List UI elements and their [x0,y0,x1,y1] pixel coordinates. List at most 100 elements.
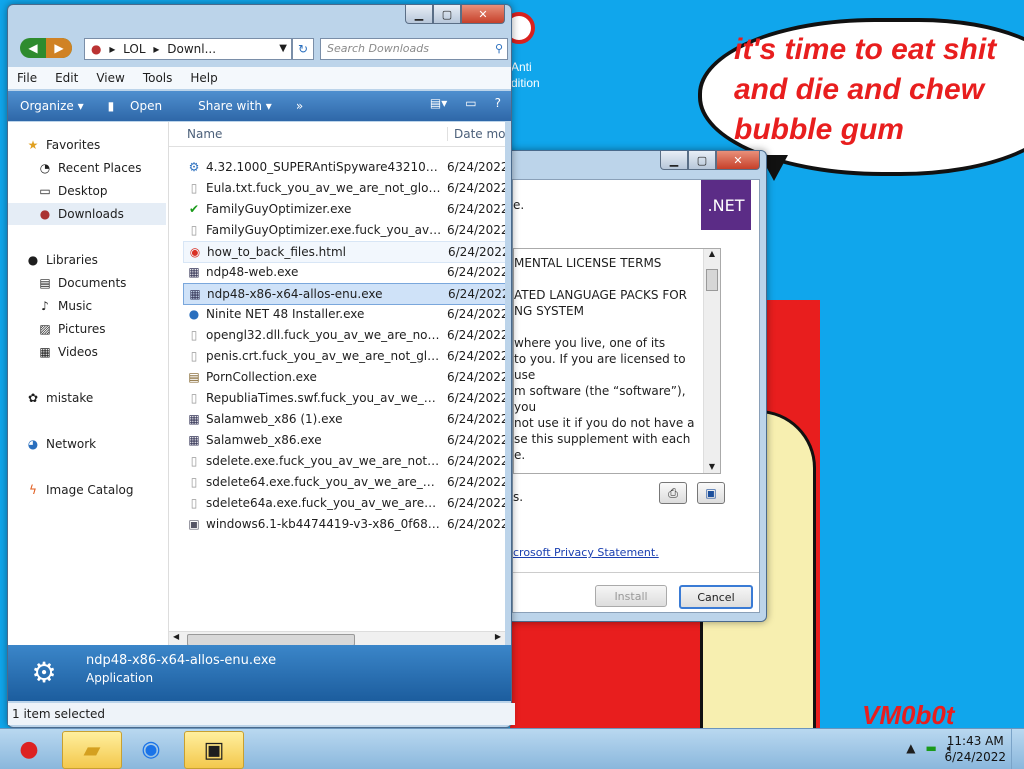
help-icon[interactable]: ? [495,96,501,110]
clock[interactable]: 11:43 AM 6/24/2022 [944,733,1006,765]
file-date: 6/24/2022 [447,370,505,384]
print-button[interactable]: ⎙ [659,482,687,504]
file-row[interactable]: ▯ Eula.txt.fuck_you_av_we_are_not_glob...… [183,178,505,198]
scroll-right-icon[interactable]: ▶ [495,632,501,641]
scroll-left-icon[interactable]: ◀ [173,632,179,641]
nav-favorites[interactable]: ★ Favorites [26,134,184,156]
address-dropdown-icon[interactable]: ▼ [279,39,287,59]
refresh-button[interactable]: ↻ [292,38,314,60]
file-row[interactable]: ▦ Salamweb_x86.exe 6/24/2022 [183,430,505,450]
search-icon[interactable]: ⚲ [495,39,503,59]
chrome-icon: ◉ [189,245,201,259]
file-icon: ▯ [190,454,198,468]
nav-network[interactable]: ◕ Network [26,433,184,455]
show-hidden-icons-icon[interactable]: ▲ [906,741,915,756]
menu-bar: File Edit View Tools Help [8,67,511,89]
file-date: 6/24/2022 [447,391,505,405]
address-bar[interactable]: ● ▸ LOL ▸ Downl... ▼ [84,38,292,60]
file-row[interactable]: ▤ PornCollection.exe 6/24/2022 [183,367,505,387]
license-terms-box[interactable]: MENTAL LICENSE TERMS ATED LANGUAGE PACKS… [513,248,721,474]
details-pane: ⚙ ndp48-x86-x64-allos-enu.exe Applicatio… [8,645,511,701]
nav-image-catalog[interactable]: ϟ Image Catalog [26,479,184,501]
network-status-icon[interactable]: ▬ [925,741,936,756]
file-date: 6/24/2022 [447,307,505,321]
angry-bird-icon: ● [19,736,39,762]
nav-label: Network [46,437,97,451]
menu-view[interactable]: View [87,67,133,89]
share-with-button[interactable]: Share with ▾ [186,99,284,113]
minimize-button[interactable]: ▁ [660,151,688,170]
start-button[interactable]: ● [0,731,58,767]
preview-pane-icon[interactable]: ▭ [465,96,476,110]
taskbar-explorer-button[interactable]: ▰ [62,731,122,769]
file-row[interactable]: ▯ sdelete64a.exe.fuck_you_av_we_are_n... 6… [183,493,505,513]
breadcrumb-downloads[interactable]: Downl... [167,42,216,56]
search-placeholder: Search Downloads [327,42,429,55]
nav-label: Libraries [46,253,98,267]
file-date: 6/24/2022 [447,517,505,531]
scroll-down-icon[interactable]: ▼ [704,462,720,471]
taskbar: ● ▰ ◉ ▣ ▲ ▬ 🔈︎ 11:43 AM 6/24/2022 [0,728,1024,769]
save-button[interactable]: ▣ [697,482,725,504]
file-name: windows6.1-kb4474419-v3-x86_0f687... [206,517,442,531]
nav-label: Downloads [58,207,124,221]
file-row[interactable]: ▦ Salamweb_x86 (1).exe 6/24/2022 [183,409,505,429]
close-button[interactable]: ✕ [461,5,505,24]
file-icon: ▯ [190,328,198,342]
file-row[interactable]: ▯ sdelete.exe.fuck_you_av_we_are_not_... 6… [183,451,505,471]
nav-label: Videos [58,345,98,359]
view-options-icon[interactable]: ▤▾ [430,96,447,110]
forward-arrow-icon[interactable]: ▶ [46,38,72,58]
breadcrumb-lol[interactable]: LOL [123,42,145,56]
nav-mistake[interactable]: ✿ mistake [26,387,184,409]
show-desktop-button[interactable] [1011,729,1024,769]
file-date: 6/24/2022 [447,475,505,489]
privacy-statement-link[interactable]: crosoft Privacy Statement. [513,546,659,559]
minimize-button[interactable]: ▁ [405,5,433,24]
close-button[interactable]: ✕ [716,151,760,170]
file-row[interactable]: ▣ windows6.1-kb4474419-v3-x86_0f687... 6/2… [183,514,505,534]
film-icon: ▤ [188,370,200,384]
file-date: 6/24/2022 [448,245,505,259]
menu-file[interactable]: File [8,67,46,89]
file-row[interactable]: ▯ FamilyGuyOptimizer.exe.fuck_you_av_... 6… [183,220,505,240]
more-commands-button[interactable]: » [284,99,315,113]
horizontal-scrollbar[interactable]: ◀ ▶ [169,631,505,646]
file-row[interactable]: ▯ opengl32.dll.fuck_you_av_we_are_not_...… [183,325,505,345]
column-name-header[interactable]: Name [187,127,222,141]
column-date-header[interactable]: Date mod [447,127,505,141]
star-icon: ★ [27,138,39,152]
file-row[interactable]: ▯ RepubliaTimes.swf.fuck_you_av_we_ar... 6… [183,388,505,408]
menu-edit[interactable]: Edit [46,67,87,89]
scroll-up-icon[interactable]: ▲ [704,249,720,258]
file-row[interactable]: ● Ninite NET 48 Installer.exe 6/24/2022 [183,304,505,324]
file-row[interactable]: ⚙ 4.32.1000_SUPERAntiSpyware432100... 6/24… [183,157,505,177]
maximize-button[interactable]: ▢ [433,5,461,24]
cancel-button[interactable]: Cancel [679,585,753,609]
documents-icon: ▤ [39,276,51,290]
maximize-button[interactable]: ▢ [688,151,716,170]
menu-tools[interactable]: Tools [134,67,182,89]
menu-help[interactable]: Help [181,67,226,89]
organize-button[interactable]: Organize ▾ [8,99,96,113]
back-forward-buttons: ◀ ▶ [20,38,72,58]
search-input[interactable]: Search Downloads ⚲ [320,38,508,60]
open-button[interactable]: ▮ Open [96,99,186,113]
file-row[interactable]: ▦ ndp48-x86-x64-allos-enu.exe 6/24/2022 [183,283,505,305]
folder-icon: ▰ [83,737,101,763]
license-scroll-thumb[interactable] [706,269,718,291]
nav-downloads[interactable]: ● Downloads [8,203,166,225]
taskbar-installer-button[interactable]: ▣ [184,731,244,769]
file-row[interactable]: ▯ sdelete64.exe.fuck_you_av_we_are_no... 6… [183,472,505,492]
file-row[interactable]: ▦ ndp48-web.exe 6/24/2022 [183,262,505,282]
nav-libraries[interactable]: ● Libraries [26,249,184,271]
taskbar-chrome-button[interactable]: ◉ [122,731,180,767]
file-row[interactable]: ◉ how_to_back_files.html 6/24/2022 [183,241,505,263]
file-date: 6/24/2022 [447,160,505,174]
file-row[interactable]: ✔ FamilyGuyOptimizer.exe 6/24/2022 [183,199,505,219]
install-button[interactable]: Install [595,585,667,607]
back-arrow-icon[interactable]: ◀ [20,38,46,58]
license-scrollbar[interactable]: ▲ ▼ [703,249,720,473]
net-installer-window: ▁ ▢ ✕ e. .NET MENTAL LICENSE TERMS ATED … [503,150,767,622]
file-row[interactable]: ▯ penis.crt.fuck_you_av_we_are_not_glo...… [183,346,505,366]
